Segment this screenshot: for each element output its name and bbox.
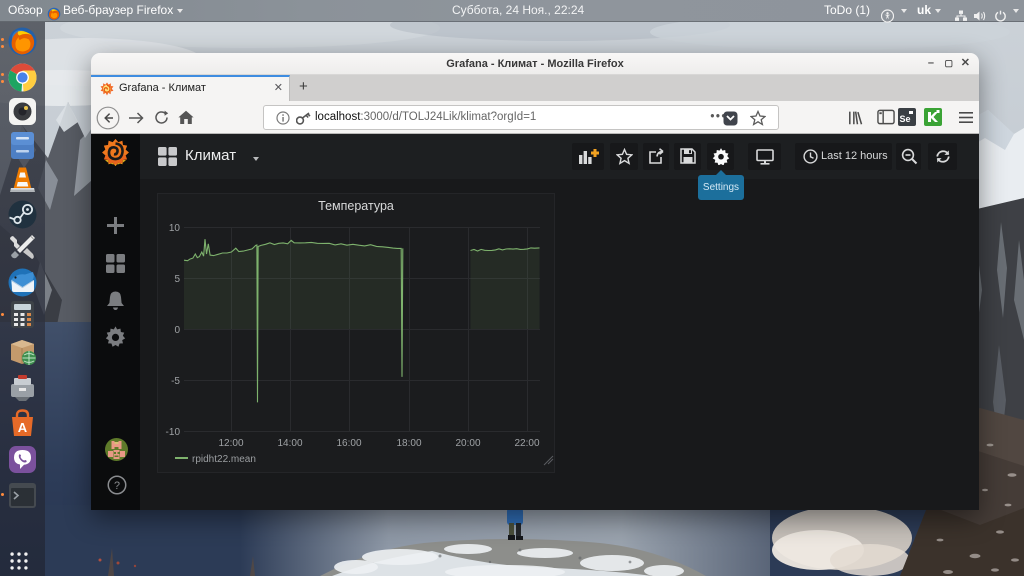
svg-text:10: 10 [169,223,181,234]
svg-text:12:00: 12:00 [218,438,243,449]
svg-text:?: ? [114,480,120,492]
svg-text:14:00: 14:00 [277,438,302,449]
svg-text:18:00: 18:00 [396,438,421,449]
svg-text:16:00: 16:00 [336,438,361,449]
svg-text:-10: -10 [166,427,181,438]
svg-text:0: 0 [174,325,180,336]
svg-text:A: A [18,420,28,435]
svg-text:-5: -5 [171,376,180,387]
svg-text:5: 5 [174,274,180,285]
svg-text:22:00: 22:00 [514,438,539,449]
svg-text:Se: Se [899,114,910,124]
svg-text:20:00: 20:00 [455,438,480,449]
